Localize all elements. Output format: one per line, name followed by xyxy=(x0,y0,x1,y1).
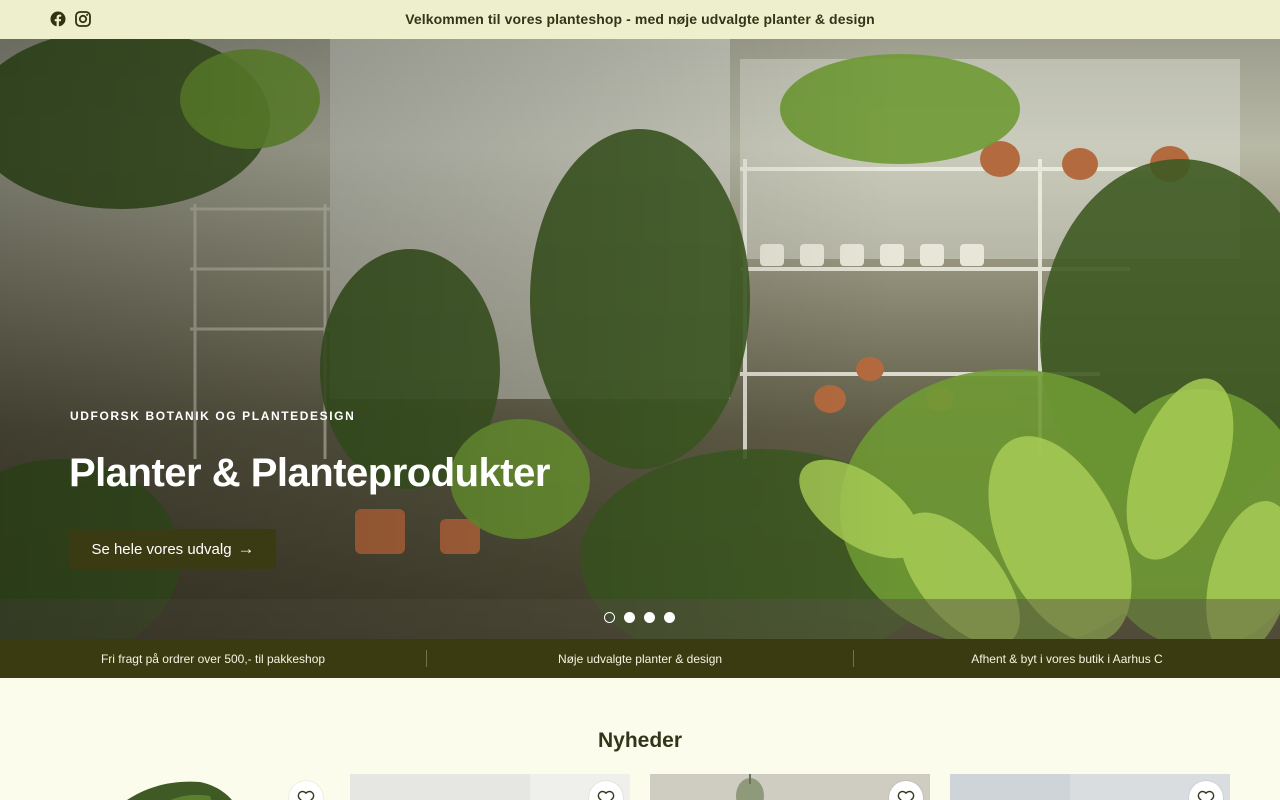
product-card[interactable] xyxy=(650,774,930,800)
announcement-text: Velkommen til vores planteshop - med nøj… xyxy=(405,11,875,27)
product-image xyxy=(650,774,930,800)
view-all-button[interactable]: Se hele vores udvalg → xyxy=(70,529,276,569)
hero-eyebrow: UDFORSK BOTANIK OG PLANTEDESIGN xyxy=(70,409,356,423)
hero-slideshow: UDFORSK BOTANIK OG PLANTEDESIGN Planter … xyxy=(0,39,1280,639)
usp-item-selection: Nøje udvalgte planter & design xyxy=(557,651,723,666)
heart-icon xyxy=(297,790,315,800)
heart-icon xyxy=(897,790,915,800)
usp-strip: Fri fragt på ordrer over 500,- til pakke… xyxy=(0,639,1280,678)
slide-dot-1[interactable] xyxy=(604,612,615,623)
news-section-title: Nyheder xyxy=(597,729,683,752)
product-card[interactable] xyxy=(950,774,1230,800)
slide-dot-3[interactable] xyxy=(644,612,655,623)
product-image xyxy=(50,774,330,800)
heart-icon xyxy=(597,790,615,800)
product-image xyxy=(350,774,630,800)
arrow-right-icon: → xyxy=(237,539,255,558)
hero-title: Planter & Planteprodukter xyxy=(69,451,550,495)
slideshow-dots xyxy=(604,612,675,623)
usp-item-store: Afhent & byt i vores butik i Aarhus C xyxy=(971,651,1163,666)
announcement-bar: Velkommen til vores planteshop - med nøj… xyxy=(0,0,1280,39)
slide-dot-4[interactable] xyxy=(664,612,675,623)
heart-icon xyxy=(1197,790,1215,800)
product-image xyxy=(950,774,1230,800)
product-card[interactable] xyxy=(350,774,630,800)
slide-dot-2[interactable] xyxy=(624,612,635,623)
product-card[interactable] xyxy=(50,774,330,800)
usp-item-shipping: Fri fragt på ordrer over 500,- til pakke… xyxy=(100,651,326,666)
view-all-button-label: Se hele vores udvalg xyxy=(91,540,232,558)
